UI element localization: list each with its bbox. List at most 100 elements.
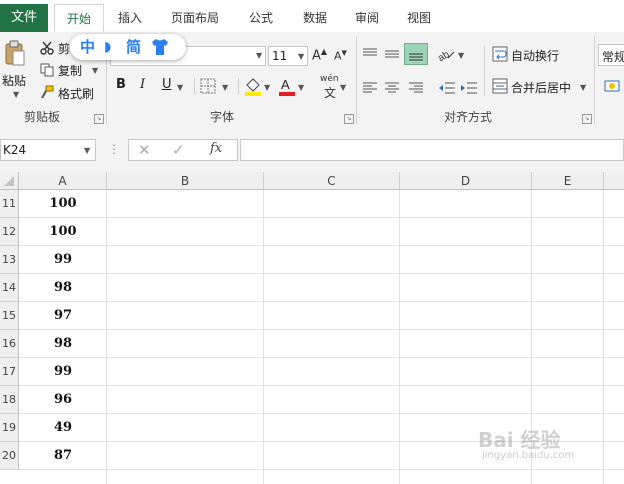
column-header-d[interactable]: D (400, 172, 532, 190)
borders-icon[interactable] (200, 78, 216, 94)
row-header[interactable]: 18 (0, 386, 19, 414)
grid-line (603, 190, 604, 484)
ime-language-toggle[interactable]: 中 (80, 37, 95, 57)
clipboard-launcher-icon[interactable]: ↘ (94, 114, 104, 124)
cut-icon[interactable] (40, 40, 54, 55)
phonetic-guide-icon[interactable]: 文 (324, 84, 336, 101)
row-header[interactable]: 15 (0, 302, 19, 330)
paste-button[interactable]: 粘贴 (2, 72, 26, 89)
alignment-launcher-icon[interactable]: ↘ (582, 114, 592, 124)
ime-toolbar[interactable]: 中 ◗ 简 (70, 34, 186, 60)
column-header-f[interactable] (604, 172, 624, 190)
increase-font-size-icon[interactable]: A▲ (312, 47, 327, 63)
fill-color-dropdown-icon[interactable]: ▼ (264, 83, 270, 92)
accounting-format-icon[interactable] (604, 78, 620, 94)
bold-button[interactable]: B (116, 77, 126, 92)
cell-a[interactable]: 100 (19, 190, 107, 218)
font-size-dropdown-icon[interactable]: ▼ (298, 52, 304, 61)
underline-dropdown-icon[interactable]: ▼ (177, 83, 183, 92)
column-header-b[interactable]: B (107, 172, 264, 190)
column-header-e[interactable]: E (532, 172, 604, 190)
format-painter-icon[interactable] (40, 84, 54, 99)
row-header[interactable]: 14 (0, 274, 19, 302)
moon-icon[interactable]: ◗ (104, 37, 111, 57)
align-middle-icon[interactable] (384, 46, 400, 60)
cell-a[interactable]: 96 (19, 386, 107, 414)
font-launcher-icon[interactable]: ↘ (344, 114, 354, 124)
align-center-icon[interactable] (384, 80, 400, 94)
name-box-dropdown-icon[interactable]: ▼ (84, 146, 90, 155)
cut-button[interactable]: 剪 (58, 40, 70, 57)
font-name-dropdown-icon[interactable]: ▼ (256, 51, 262, 60)
underline-button[interactable]: U (162, 77, 172, 92)
align-bottom-button[interactable] (404, 43, 428, 65)
number-format-value: 常规 (602, 50, 624, 64)
cell-a[interactable]: 97 (19, 302, 107, 330)
phonetic-dropdown-icon[interactable]: ▼ (340, 83, 346, 92)
format-painter-button[interactable]: 格式刷 (58, 85, 94, 102)
cell-a[interactable]: 99 (19, 358, 107, 386)
tshirt-icon[interactable] (150, 38, 170, 61)
paste-dropdown-icon[interactable]: ▼ (13, 90, 19, 99)
name-box[interactable]: K24 (0, 139, 96, 161)
column-header-c[interactable]: C (264, 172, 400, 190)
tab-insert[interactable]: 插入 (110, 4, 150, 32)
paste-icon[interactable] (4, 40, 26, 68)
tab-view[interactable]: 视图 (398, 4, 440, 32)
cell-a[interactable]: 98 (19, 274, 107, 302)
tab-page-layout[interactable]: 页面布局 (162, 4, 228, 32)
grid-line (399, 190, 400, 484)
tab-home[interactable]: 开始 (54, 4, 104, 32)
select-all-corner[interactable] (0, 172, 19, 190)
row-header[interactable]: 20 (0, 442, 19, 470)
row-header[interactable]: 19 (0, 414, 19, 442)
formula-input[interactable] (240, 139, 624, 161)
merge-center-icon[interactable] (492, 78, 508, 94)
tab-data[interactable]: 数据 (294, 4, 336, 32)
fill-color-icon[interactable] (244, 76, 262, 96)
wrap-text-icon[interactable] (492, 46, 508, 62)
font-size-select[interactable]: 11 ▼ (268, 46, 308, 66)
copy-icon[interactable] (40, 62, 54, 77)
italic-button[interactable]: I (140, 77, 145, 92)
cell-a[interactable]: 49 (19, 414, 107, 442)
decrease-indent-icon[interactable] (438, 80, 456, 94)
font-color-dropdown-icon[interactable]: ▼ (298, 83, 304, 92)
cell-a[interactable]: 87 (19, 442, 107, 470)
borders-dropdown-icon[interactable]: ▼ (222, 83, 228, 92)
decrease-font-size-icon[interactable]: A▼ (334, 49, 347, 63)
row-header[interactable]: 16 (0, 330, 19, 358)
cell-a[interactable]: 100 (19, 218, 107, 246)
row-header[interactable]: 17 (0, 358, 19, 386)
enter-check-icon[interactable]: ✓ (172, 141, 185, 159)
merge-center-button[interactable]: 合并后居中 (511, 79, 571, 96)
align-right-icon[interactable] (408, 80, 424, 94)
font-color-icon[interactable]: A (278, 76, 296, 96)
increase-indent-icon[interactable] (460, 80, 478, 94)
cell-a[interactable]: 98 (19, 330, 107, 358)
orientation-icon[interactable]: ab (436, 46, 456, 64)
row-header[interactable]: 13 (0, 246, 19, 274)
number-format-select[interactable]: 常规 (598, 44, 624, 66)
baidu-watermark-url: jingyan.baidu.com (482, 450, 575, 461)
cell-a[interactable]: 99 (19, 246, 107, 274)
formula-bar-grip-icon[interactable]: ⋮ (108, 142, 120, 156)
copy-button[interactable]: 复制 (58, 62, 82, 79)
ime-simplified-toggle[interactable]: 简 (126, 37, 141, 57)
tab-review[interactable]: 审阅 (346, 4, 388, 32)
wrap-text-button[interactable]: 自动换行 (511, 47, 559, 64)
orientation-dropdown-icon[interactable]: ▼ (458, 51, 464, 60)
row-header[interactable]: 12 (0, 218, 19, 246)
row-header[interactable]: 11 (0, 190, 19, 218)
tab-file[interactable]: 文件 (0, 4, 48, 32)
merge-center-dropdown-icon[interactable]: ▼ (580, 83, 586, 92)
align-left-icon[interactable] (362, 80, 378, 94)
copy-dropdown-icon[interactable]: ▼ (92, 66, 98, 75)
align-top-icon[interactable] (362, 46, 378, 60)
insert-function-button[interactable]: fx (210, 141, 222, 156)
phonetic-guide-label[interactable]: wén (320, 74, 339, 84)
tab-formulas[interactable]: 公式 (240, 4, 282, 32)
cancel-icon[interactable]: ✕ (138, 141, 151, 159)
column-header-a[interactable]: A (19, 172, 107, 190)
toolbar-divider (194, 78, 195, 94)
